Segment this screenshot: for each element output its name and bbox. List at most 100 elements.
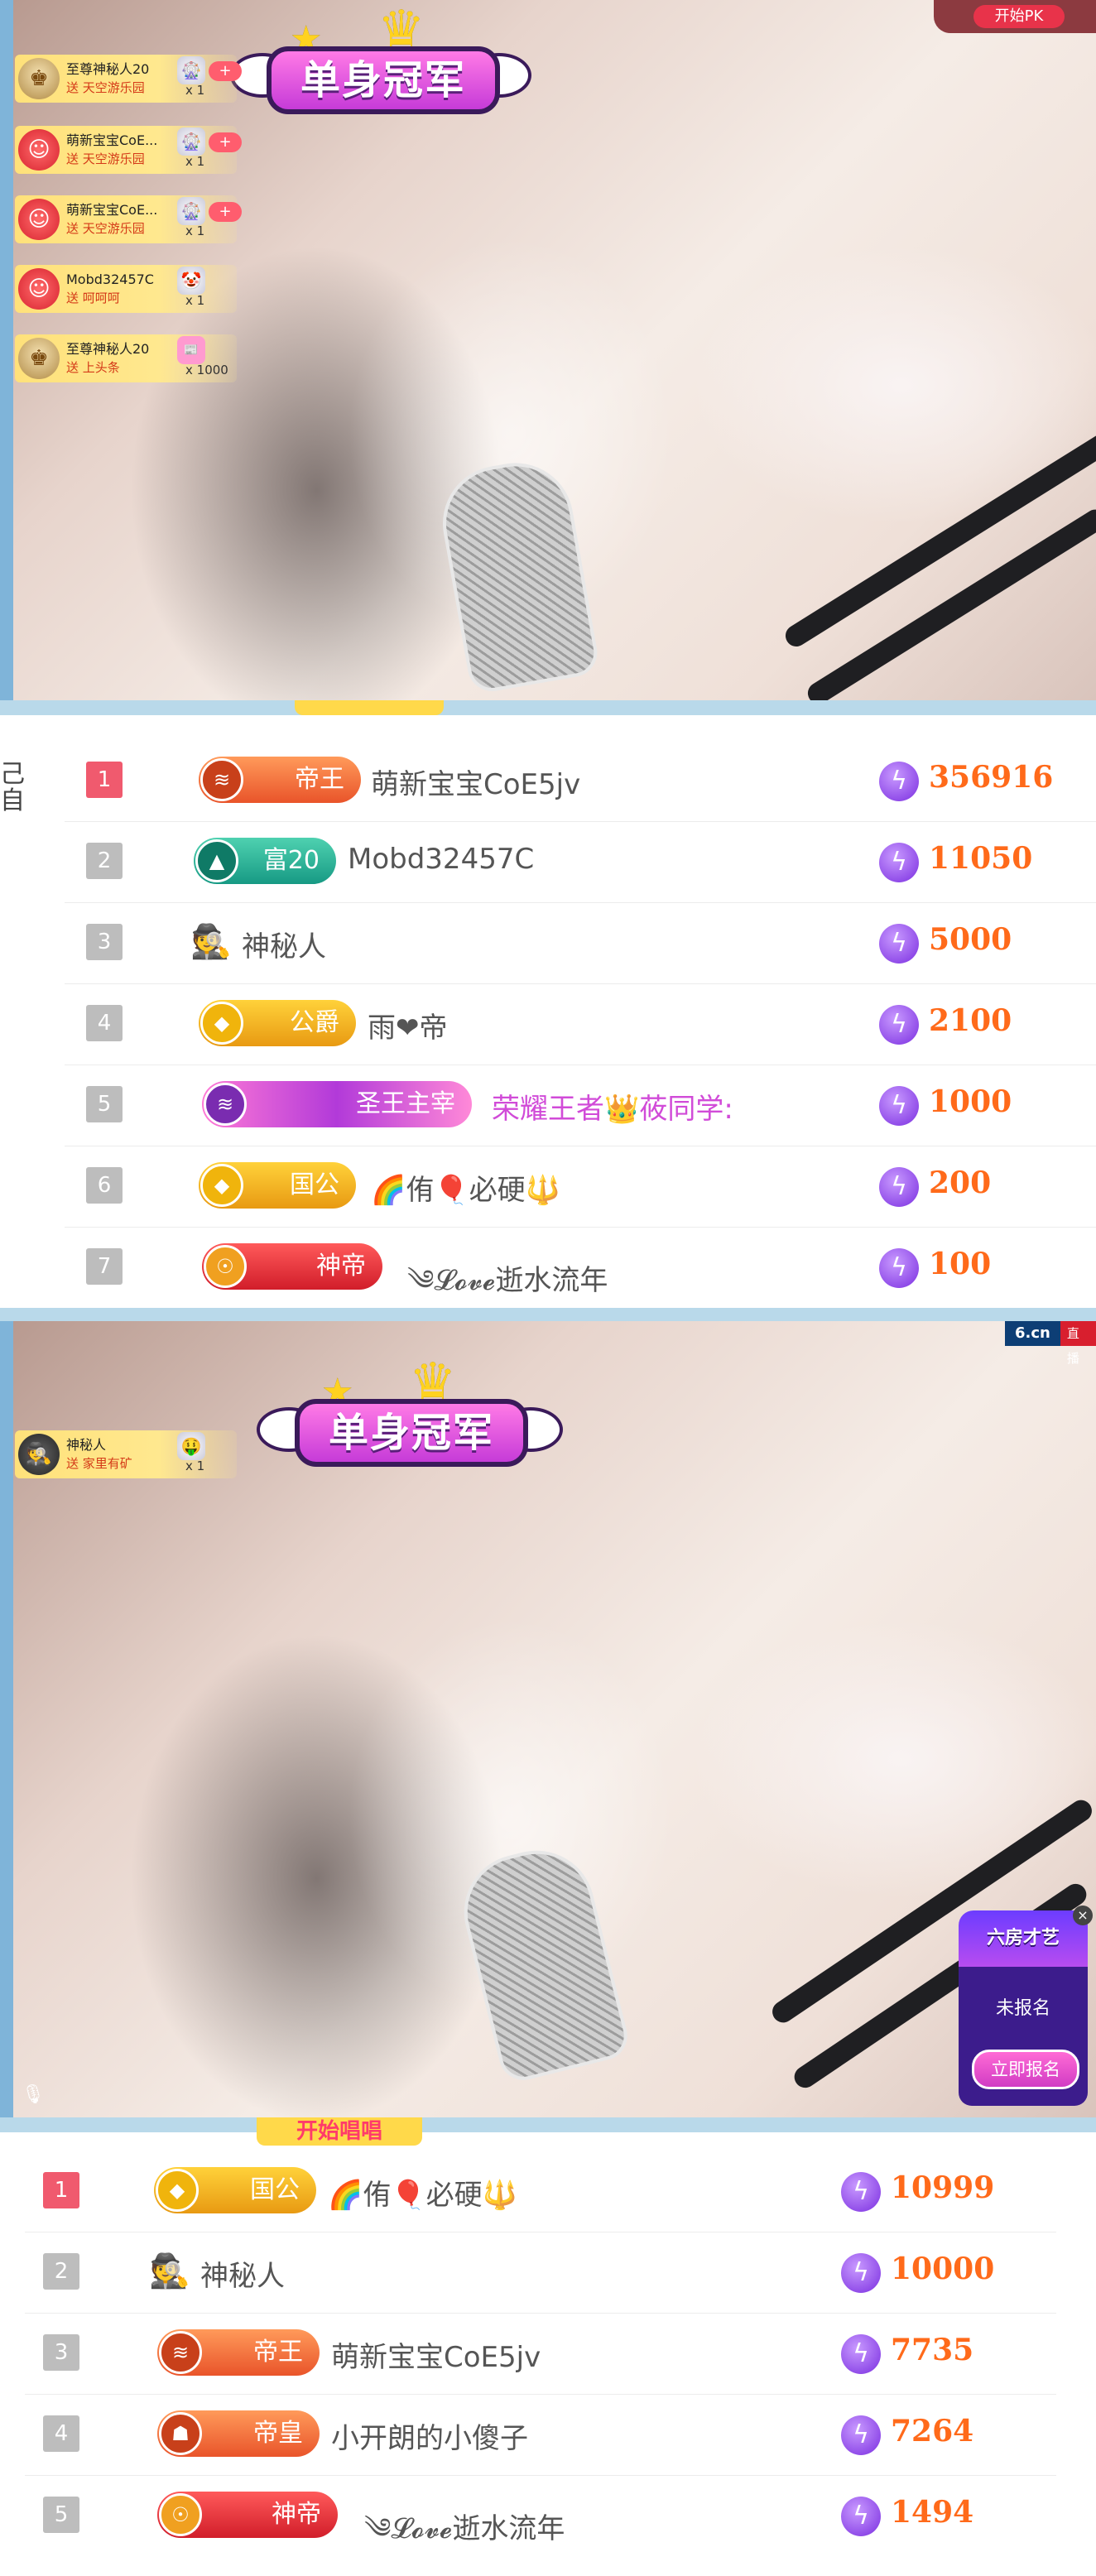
contribution-score: 200	[929, 1165, 992, 1200]
microphone	[433, 454, 602, 695]
rank-number: 2	[43, 2253, 79, 2290]
level-badge: ☉ 神帝	[202, 1243, 382, 1290]
section-banner: 开始唱唱	[257, 2117, 422, 2146]
ranking-row[interactable]: 4 ◆ 公爵 雨❤帝 ϟ 2100	[65, 983, 1096, 1065]
contribution-score: 10999	[891, 2170, 995, 2205]
ranking-row[interactable]: 5 ☉ 神帝 ༄𝓛𝓸𝓿𝓮逝水流年 ϟ 1494	[25, 2475, 1056, 2556]
gift-icon: 🎡	[177, 197, 205, 225]
section-banner	[295, 700, 444, 715]
mystery-avatar-icon: 🕵	[190, 923, 232, 961]
rank-number: 4	[86, 1005, 123, 1041]
ranking-row[interactable]: 7 ☉ 神帝 ༄𝓛𝓸𝓿𝓮逝水流年 ϟ 100	[65, 1227, 1096, 1309]
gift-sender: 萌新宝宝CoE...	[66, 202, 158, 218]
start-pk-button[interactable]: 开始PK	[973, 5, 1065, 28]
lightning-icon: ϟ	[879, 843, 919, 882]
ranking-row[interactable]: 1 ≋ 帝王 萌新宝宝CoE5jv ϟ 356916	[65, 740, 1096, 822]
gift-action: 送 天空游乐园	[66, 80, 145, 95]
plus-icon: +	[209, 202, 242, 222]
lightning-icon: ϟ	[841, 2172, 881, 2212]
gift-count: x 1	[185, 83, 205, 98]
ranking-row[interactable]: 2 ▲ 富20 Mobd32457C ϟ 11050	[65, 821, 1096, 903]
ranking-row[interactable]: 5 ≋ 圣王主宰 荣耀王者👑莜同学: ϟ 1000	[65, 1065, 1096, 1146]
ranking-row[interactable]: 6 ◆ 国公 🌈侑🎈必硬🔱 ϟ 200	[65, 1146, 1096, 1228]
gift-notice: ♚ 至尊神秘人20 送 上头条 📰 x 1000	[15, 334, 237, 382]
level-badge: ◆ 国公	[154, 2167, 316, 2213]
ranking-list-1: 1 ≋ 帝王 萌新宝宝CoE5jv ϟ 356916 2 ▲ 富20 Mobd3…	[0, 715, 1096, 1311]
gift-sender: 萌新宝宝CoE...	[66, 132, 158, 148]
headline-icon: 📰	[177, 336, 205, 364]
gift-count: x 1	[185, 293, 205, 308]
rank-number: 1	[86, 762, 123, 798]
level-icon: ☉	[204, 1245, 247, 1288]
live-tag: 直播	[1060, 1321, 1096, 1366]
user-name: 神秘人	[242, 930, 326, 964]
signup-button[interactable]: 立即报名	[972, 2050, 1079, 2089]
level-badge: ☗ 帝皇	[157, 2410, 320, 2457]
level-label: 神帝	[272, 2500, 321, 2529]
user-name: 小开朗的小傻子	[331, 2422, 528, 2455]
gift-sender: 至尊神秘人20	[66, 341, 150, 357]
level-label: 帝皇	[253, 2419, 303, 2448]
contribution-score: 1000	[929, 1084, 1012, 1119]
level-label: 帝王	[253, 2338, 303, 2367]
ranking-row[interactable]: 1 ◆ 国公 🌈侑🎈必硬🔱 ϟ 10999	[25, 2151, 1056, 2232]
gift-action: 送 天空游乐园	[66, 151, 145, 166]
logo-text: 6.cn	[1005, 1321, 1060, 1346]
user-name: 萌新宝宝CoE5jv	[331, 2341, 541, 2374]
rank-number: 4	[43, 2415, 79, 2452]
pk-panel: 开始PK	[934, 0, 1096, 33]
level-icon: ≋	[159, 2331, 202, 2374]
contribution-score: 356916	[929, 760, 1054, 795]
rank-number: 3	[43, 2334, 79, 2371]
left-strip	[0, 0, 13, 700]
microphone	[451, 1838, 633, 2086]
rank-number: 5	[86, 1086, 123, 1122]
title-badge: 单身冠军	[295, 1399, 528, 1467]
lightning-icon: ϟ	[879, 1005, 919, 1045]
site-logo: 6.cn 直播	[1005, 1321, 1096, 1366]
level-icon: ◆	[156, 2169, 199, 2212]
level-label: 神帝	[316, 1252, 366, 1281]
level-badge: ☉ 神帝	[157, 2492, 338, 2538]
contribution-score: 7735	[891, 2333, 974, 2367]
gift-action: 送 呵呵呵	[66, 291, 120, 305]
contribution-score: 2100	[929, 1003, 1012, 1038]
gift-icon: 🤑	[177, 1432, 205, 1460]
level-icon: ▲	[195, 839, 238, 882]
close-icon[interactable]: ×	[1073, 1906, 1093, 1925]
gift-action: 送 上头条	[66, 360, 120, 375]
ranking-row[interactable]: 3 ≋ 帝王 萌新宝宝CoE5jv ϟ 7735	[25, 2313, 1056, 2395]
level-label: 富20	[262, 846, 320, 875]
rank-number: 3	[86, 924, 123, 960]
rank-number: 5	[43, 2497, 79, 2533]
user-name: ༄𝓛𝓸𝓿𝓮逝水流年	[364, 2512, 565, 2545]
user-avatar: ☺	[18, 129, 60, 171]
gift-count: x 1000	[185, 363, 228, 377]
left-strip	[0, 1321, 13, 2117]
divider	[0, 2117, 1096, 2132]
ranking-row[interactable]: 2 🕵 神秘人 ϟ 10000	[25, 2232, 1056, 2314]
ranking-row[interactable]: 3 🕵 神秘人 ϟ 5000	[65, 902, 1096, 984]
rank-number: 6	[86, 1167, 123, 1204]
level-badge: ◆ 国公	[199, 1162, 356, 1209]
level-label: 帝王	[295, 765, 344, 794]
lightning-icon: ϟ	[841, 2497, 881, 2536]
mic-status-icon: 🎙	[22, 2084, 45, 2105]
gift-icon: 🎡	[177, 56, 205, 84]
user-name: Mobd32457C	[348, 843, 535, 876]
level-label: 国公	[290, 1170, 339, 1199]
contribution-score: 7264	[891, 2414, 974, 2449]
user-avatar: ♚	[18, 338, 60, 379]
gift-sender: Mobd32457C	[66, 272, 154, 287]
lightning-icon: ϟ	[879, 924, 919, 964]
user-name: 萌新宝宝CoE5jv	[371, 768, 581, 801]
level-badge: ≋ 帝王	[199, 757, 361, 803]
divider	[0, 700, 1096, 715]
lightning-icon: ϟ	[841, 2415, 881, 2455]
user-name: 雨❤帝	[368, 1012, 448, 1045]
ranking-row[interactable]: 4 ☗ 帝皇 小开朗的小傻子 ϟ 7264	[25, 2394, 1056, 2476]
talent-promo-widget[interactable]: 六房才艺 未报名 立即报名 ×	[959, 1906, 1093, 2106]
lightning-icon: ϟ	[879, 762, 919, 801]
user-avatar: ☺	[18, 199, 60, 240]
user-name: 荣耀王者👑莜同学:	[492, 1093, 733, 1126]
